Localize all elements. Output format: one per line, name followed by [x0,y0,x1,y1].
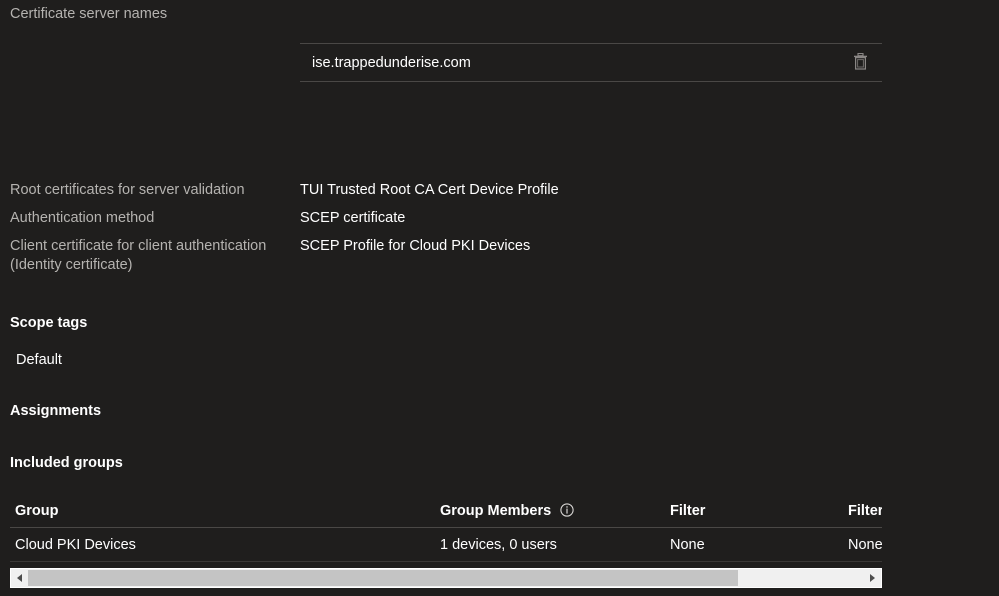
scope-tags-heading: Scope tags [10,315,88,331]
scroll-left-button[interactable] [11,569,28,587]
certificate-server-name-field[interactable] [300,43,882,82]
table-row-divider [10,561,882,562]
cell-filter-2: None [848,537,882,553]
detail-row: Root certificates for server validation … [0,181,999,209]
delete-server-name-button[interactable] [838,44,882,81]
included-groups-table: Group Group Members Filter Filter Cloud … [0,494,882,564]
certificate-server-name-input[interactable] [300,44,838,81]
info-icon[interactable] [560,496,574,530]
root-certificates-label: Root certificates for server validation [10,182,245,198]
included-groups-heading: Included groups [10,455,123,471]
scrollbar-track[interactable] [28,569,864,587]
scope-tag-default: Default [16,352,62,368]
profile-detail-panel: Certificate server names Root certificat… [0,0,999,596]
assignments-heading: Assignments [10,403,102,419]
column-header-group[interactable]: Group [15,494,425,528]
certificate-server-names-label: Certificate server names [10,6,168,22]
detail-row: Authentication method SCEP certificate [0,209,999,237]
table-row[interactable]: Cloud PKI Devices 1 devices, 0 users Non… [0,528,882,562]
column-header-group-members[interactable]: Group Members [440,494,655,528]
cell-group-members: 1 devices, 0 users [440,537,557,553]
client-certificate-label: Client certificate for client authentica… [10,238,267,273]
detail-row: Client certificate for client authentica… [0,237,999,285]
arrow-left-icon [17,574,22,582]
authentication-method-label: Authentication method [10,210,155,226]
cell-filter-1: None [670,537,705,553]
column-header-filter-2[interactable]: Filter [848,494,882,528]
client-certificate-value: SCEP Profile for Cloud PKI Devices [300,238,531,254]
trash-icon [853,52,868,73]
certificate-details-list: Root certificates for server validation … [0,181,999,285]
arrow-right-icon [870,574,875,582]
root-certificates-value: TUI Trusted Root CA Cert Device Profile [300,182,559,198]
horizontal-scrollbar[interactable] [10,568,882,588]
authentication-method-value: SCEP certificate [300,210,406,226]
scrollbar-thumb[interactable] [28,570,738,586]
scroll-right-button[interactable] [864,569,881,587]
cell-group-name[interactable]: Cloud PKI Devices [15,528,425,562]
column-header-filter-1[interactable]: Filter [670,494,850,528]
column-header-group-members-label: Group Members [440,503,552,519]
table-header-row: Group Group Members Filter Filter [0,494,882,528]
